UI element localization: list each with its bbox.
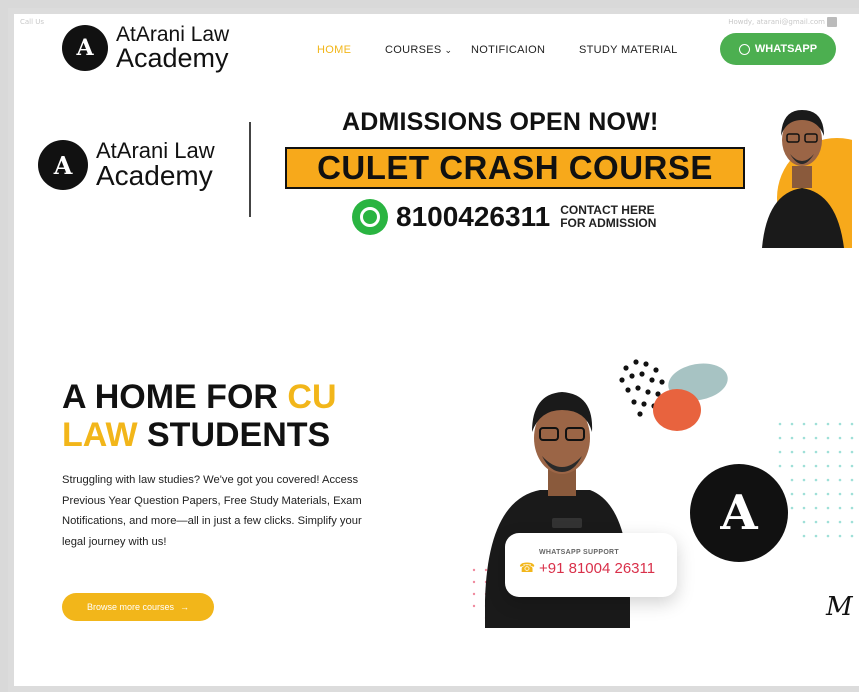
chevron-down-icon: ⌄ bbox=[444, 45, 453, 55]
browse-courses-button[interactable]: Browse more courses → bbox=[62, 593, 214, 621]
banner-logo: A AtArani Law Academy bbox=[38, 140, 215, 190]
utility-right-text[interactable]: Howdy, atarani@gmail.com bbox=[728, 18, 825, 26]
banner-contact-text: CONTACT HERE FOR ADMISSION bbox=[560, 204, 656, 230]
banner-phone: 8100426311 bbox=[396, 201, 551, 232]
hero-title-part1: A HOME FOR bbox=[62, 378, 288, 416]
site-logo[interactable]: A AtArani Law Academy bbox=[62, 24, 229, 72]
hero-description: Struggling with law studies? We've got y… bbox=[62, 474, 362, 548]
phone-icon: ☎ bbox=[519, 561, 536, 576]
hero-title-accent2: LAW bbox=[62, 416, 138, 454]
nav-courses[interactable]: COURSES ⌄ bbox=[385, 44, 452, 56]
whatsapp-support-number: +91 81004 26311 bbox=[539, 560, 656, 577]
signature-script: M bbox=[826, 592, 853, 622]
banner-person-image bbox=[762, 110, 852, 248]
logo-line1: AtArani Law bbox=[116, 23, 230, 46]
whatsapp-support-label: WHATSAPP SUPPORT bbox=[539, 549, 619, 556]
hero-title: A HOME FOR CU LAW STUDENTS bbox=[62, 378, 337, 454]
nav-study-material[interactable]: STUDY MATERIAL bbox=[579, 44, 678, 56]
academy-badge-icon: A bbox=[690, 464, 788, 562]
nav-home[interactable]: HOME bbox=[317, 44, 351, 56]
logo-line2: Academy bbox=[116, 43, 229, 73]
arrow-right-icon: → bbox=[180, 602, 190, 612]
banner-logo-line2: Academy bbox=[96, 160, 213, 191]
banner-headline: ADMISSIONS OPEN NOW! bbox=[342, 108, 659, 136]
nav-notification[interactable]: NOTIFICAION bbox=[471, 44, 545, 56]
logo-badge-icon: A bbox=[62, 25, 108, 71]
whatsapp-icon bbox=[352, 199, 388, 235]
whatsapp-button[interactable]: WHATSAPP bbox=[720, 33, 836, 65]
banner-phone-row: 8100426311 CONTACT HERE FOR ADMISSION bbox=[352, 199, 656, 235]
whatsapp-support-card[interactable]: ☎ WHATSAPP SUPPORT +91 81004 26311 bbox=[505, 533, 677, 597]
banner-course-title: CULET CRASH COURSE bbox=[285, 147, 745, 189]
user-icon[interactable] bbox=[827, 17, 837, 27]
nav-courses-label: COURSES bbox=[385, 44, 442, 56]
hero-title-accent1: CU bbox=[287, 378, 337, 416]
utility-left-text: Call Us bbox=[20, 18, 45, 26]
banner-logo-text: AtArani Law Academy bbox=[96, 140, 215, 190]
logo-text: AtArani Law Academy bbox=[116, 24, 229, 72]
whatsapp-icon bbox=[738, 43, 750, 55]
hero-title-part2: STUDENTS bbox=[137, 416, 331, 454]
contact-line2: FOR ADMISSION bbox=[560, 216, 657, 230]
browse-courses-label: Browse more courses bbox=[86, 602, 175, 612]
banner-divider bbox=[249, 122, 251, 217]
banner-badge-icon: A bbox=[38, 140, 88, 190]
banner-logo-line1: AtArani Law bbox=[96, 138, 215, 163]
whatsapp-button-label: WHATSAPP bbox=[754, 43, 818, 55]
